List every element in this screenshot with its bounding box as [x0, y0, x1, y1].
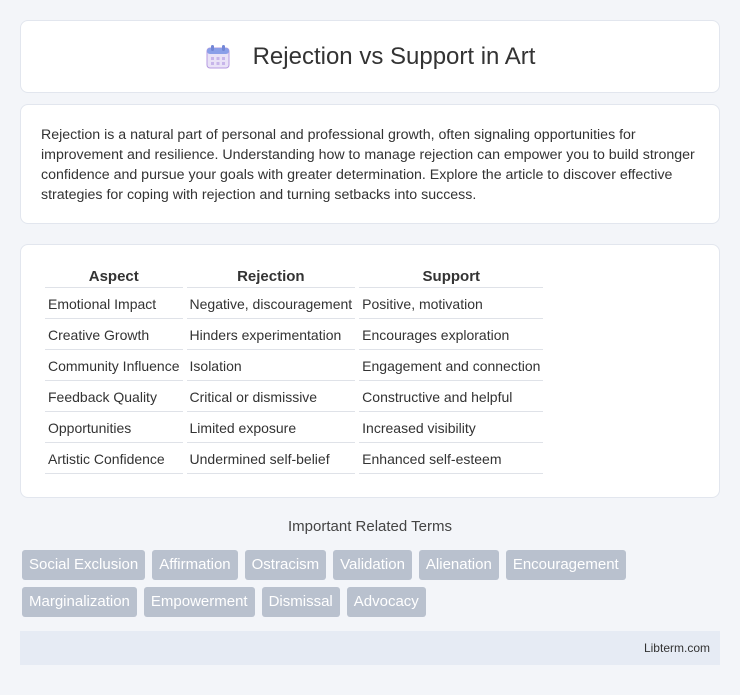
term-tag[interactable]: Dismissal: [261, 587, 340, 617]
table-cell: Increased visibility: [359, 412, 544, 443]
table-cell: Community Influence: [45, 350, 183, 381]
table-cell: Enhanced self-esteem: [359, 443, 544, 474]
table-cell: Critical or dismissive: [186, 381, 356, 412]
term-tag[interactable]: Marginalization: [22, 587, 137, 617]
table-row: Community Influence Isolation Engagement…: [45, 350, 544, 381]
term-tag[interactable]: Alienation: [418, 550, 499, 580]
footer: Libterm.com: [20, 631, 720, 665]
term-tag[interactable]: Advocacy: [346, 587, 426, 617]
term-tag[interactable]: Validation: [333, 550, 412, 580]
column-header: Rejection: [186, 267, 356, 288]
term-tag[interactable]: Social Exclusion: [22, 550, 146, 580]
table-cell: Limited exposure: [186, 412, 356, 443]
intro-card: Rejection is a natural part of personal …: [20, 104, 720, 224]
related-terms-list: Social Exclusion Affirmation Ostracism V…: [22, 550, 722, 617]
table-header-row: Aspect Rejection Support: [45, 267, 544, 288]
header-card: Rejection vs Support in Art: [20, 20, 720, 93]
term-tag[interactable]: Encouragement: [505, 550, 626, 580]
table-cell: Isolation: [186, 350, 356, 381]
term-tag[interactable]: Affirmation: [152, 550, 238, 580]
table-cell: Engagement and connection: [359, 350, 544, 381]
table-cell: Positive, motivation: [359, 288, 544, 319]
table-cell: Constructive and helpful: [359, 381, 544, 412]
calendar-icon: [205, 44, 231, 70]
column-header: Aspect: [45, 267, 183, 288]
table-cell: Hinders experimentation: [186, 319, 356, 350]
table-row: Artistic Confidence Undermined self-beli…: [45, 443, 544, 474]
comparison-table-card: Aspect Rejection Support Emotional Impac…: [20, 244, 720, 498]
footer-link[interactable]: Libterm.com: [644, 641, 710, 655]
page-title: Rejection vs Support in Art: [252, 42, 536, 70]
table-row: Creative Growth Hinders experimentation …: [45, 319, 544, 350]
table-cell: Opportunities: [45, 412, 183, 443]
table-cell: Artistic Confidence: [45, 443, 183, 474]
term-tag[interactable]: Empowerment: [143, 587, 255, 617]
table-cell: Emotional Impact: [45, 288, 183, 319]
table-cell: Creative Growth: [45, 319, 183, 350]
table-row: Feedback Quality Critical or dismissive …: [45, 381, 544, 412]
table-cell: Feedback Quality: [45, 381, 183, 412]
intro-text: Rejection is a natural part of personal …: [41, 127, 695, 203]
table-row: Opportunities Limited exposure Increased…: [45, 412, 544, 443]
term-tag[interactable]: Ostracism: [244, 550, 327, 580]
related-terms-title: Important Related Terms: [288, 518, 452, 535]
table-row: Emotional Impact Negative, discouragemen…: [45, 288, 544, 319]
table-cell: Negative, discouragement: [186, 288, 356, 319]
table-cell: Undermined self-belief: [186, 443, 356, 474]
table-cell: Encourages exploration: [359, 319, 544, 350]
comparison-table: Aspect Rejection Support Emotional Impac…: [41, 267, 547, 474]
column-header: Support: [359, 267, 544, 288]
